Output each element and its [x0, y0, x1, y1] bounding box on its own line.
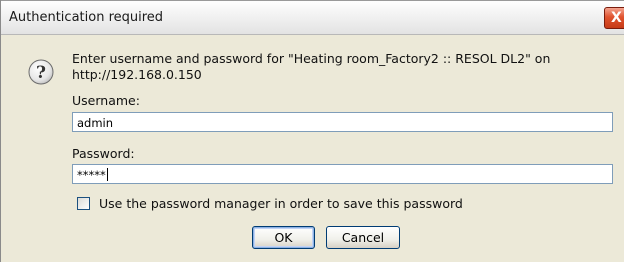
save-password-label[interactable]: Use the password manager in order to sav… [99, 196, 463, 211]
cancel-button[interactable]: Cancel [326, 226, 400, 249]
username-input[interactable]: admin [72, 112, 613, 132]
dialog-body: ? Enter username and password for "Heati… [1, 35, 624, 262]
save-password-checkbox[interactable] [77, 197, 90, 210]
password-label: Password: [72, 146, 135, 161]
title-bar[interactable]: Authentication required X [1, 0, 624, 35]
dialog-title: Authentication required [9, 10, 164, 25]
password-input[interactable]: ***** [72, 164, 613, 184]
authentication-dialog: Authentication required X ? Enter userna… [0, 0, 624, 262]
username-value: admin [77, 116, 114, 130]
svg-text:?: ? [36, 63, 46, 83]
ok-button[interactable]: OK [252, 226, 315, 249]
password-value: ***** [77, 168, 106, 182]
username-label: Username: [72, 93, 140, 108]
prompt-message: Enter username and password for "Heating… [72, 51, 551, 82]
close-icon: X [611, 10, 622, 26]
close-button[interactable]: X [604, 7, 624, 29]
question-icon: ? [28, 59, 54, 85]
text-caret [106, 168, 108, 181]
